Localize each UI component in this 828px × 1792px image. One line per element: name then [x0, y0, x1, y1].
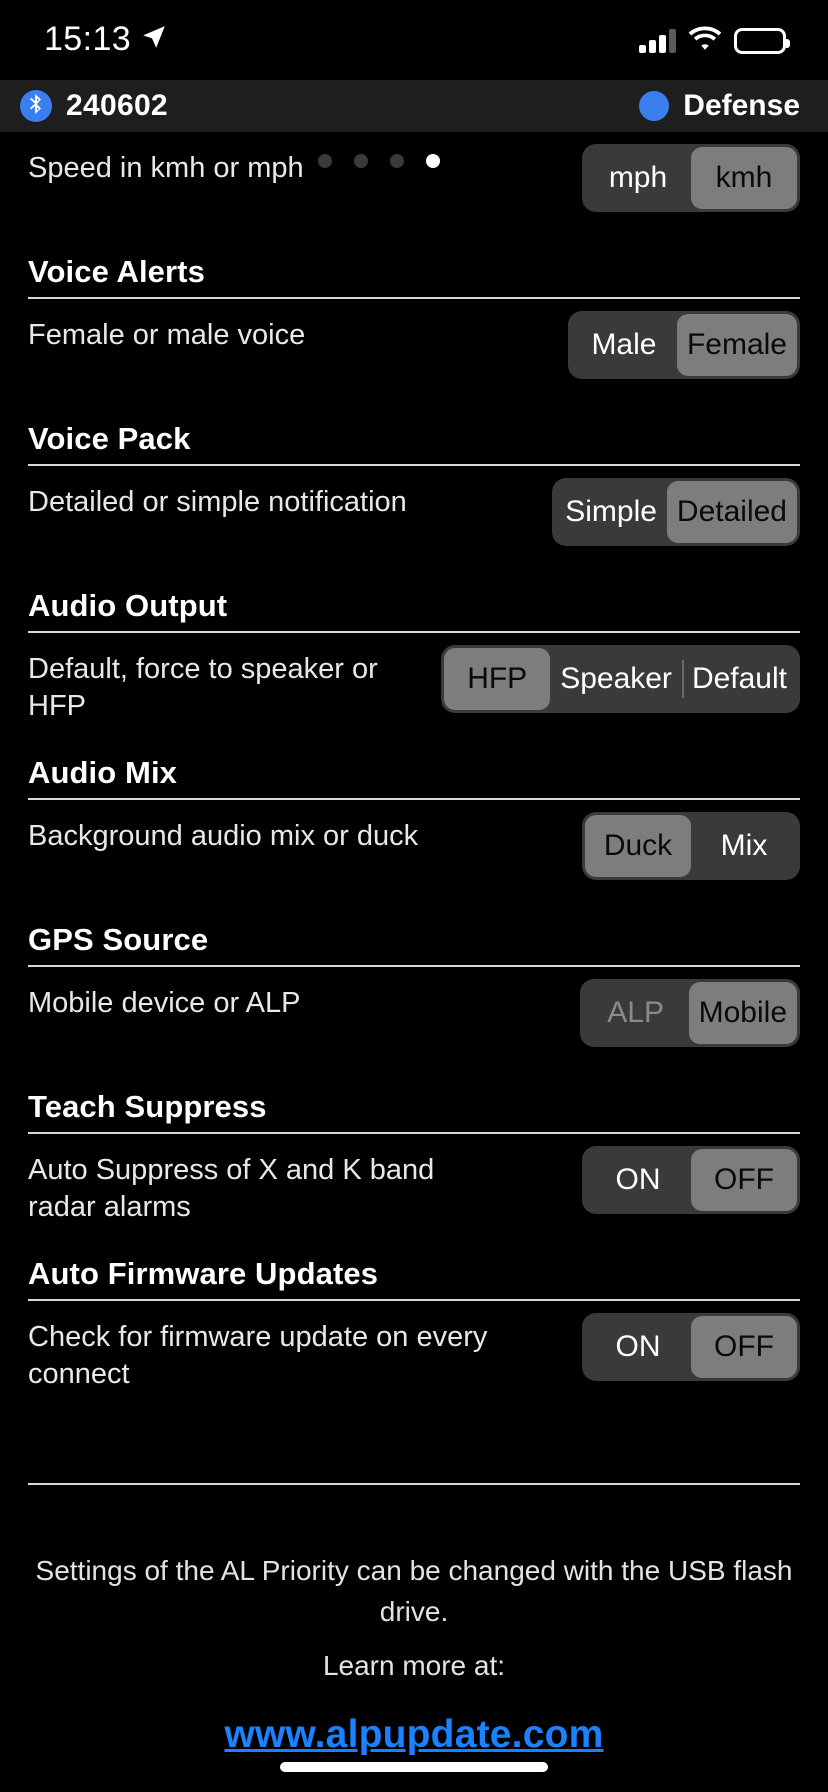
segmented-control-gps-source[interactable]: ALP Mobile [579, 979, 800, 1047]
segmented-control-auto-firmware[interactable]: ON OFF [582, 1313, 800, 1381]
segment-mix[interactable]: Mix [691, 815, 797, 877]
section-gps-source: GPS Source [28, 922, 800, 967]
wifi-icon [688, 26, 722, 56]
section-title: Voice Alerts [28, 254, 205, 289]
segment-male[interactable]: Male [571, 314, 677, 376]
status-bar-right [639, 26, 790, 56]
segment-female[interactable]: Female [676, 314, 797, 376]
page-dot-3[interactable] [390, 154, 404, 168]
segmented-control-teach-suppress[interactable]: ON OFF [582, 1146, 800, 1214]
setting-description: Auto Suppress of X and K band radar alar… [28, 1154, 435, 1224]
section-title: Voice Pack [28, 421, 191, 456]
settings-list: Speed in kmh or mph mph kmh Voice Alerts… [0, 132, 828, 1757]
section-title: GPS Source [28, 922, 209, 957]
section-voice-pack: Voice Pack [28, 421, 800, 466]
setting-description: Female or male voice [28, 319, 306, 351]
segment-mobile[interactable]: Mobile [688, 982, 797, 1044]
status-bar: 15:13 [0, 0, 828, 80]
segmented-control-notification-detail[interactable]: Simple Detailed [552, 478, 800, 546]
section-auto-firmware-updates: Auto Firmware Updates [28, 1256, 800, 1301]
segmented-control-audio-output[interactable]: HFP Speaker Default [441, 645, 800, 713]
segment-default[interactable]: Default [681, 648, 797, 710]
segment-on[interactable]: ON [585, 1149, 691, 1211]
device-info: 240602 [20, 89, 168, 123]
mode-label: Defense [683, 89, 800, 122]
setting-description: Speed in kmh or mph [28, 152, 304, 184]
home-indicator[interactable] [280, 1762, 548, 1772]
section-voice-alerts: Voice Alerts [28, 254, 800, 299]
section-title: Auto Firmware Updates [28, 1256, 379, 1291]
bluetooth-icon [20, 90, 52, 122]
section-title: Audio Output [28, 588, 228, 623]
page-dots[interactable] [318, 154, 440, 168]
setting-row-notification-detail: Detailed or simple notification Simple D… [28, 466, 800, 562]
segmented-control-audio-mix[interactable]: Duck Mix [582, 812, 800, 880]
segment-hfp[interactable]: HFP [444, 648, 551, 710]
page-dot-4-active[interactable] [426, 154, 440, 168]
segment-speaker[interactable]: Speaker [550, 648, 682, 710]
setting-row-audio-mix: Background audio mix or duck Duck Mix [28, 800, 800, 896]
section-audio-mix: Audio Mix [28, 755, 800, 800]
section-audio-output: Audio Output [28, 588, 800, 633]
cellular-signal-icon [639, 29, 676, 53]
setting-row-voice-gender: Female or male voice Male Female [28, 299, 800, 395]
segment-alp[interactable]: ALP [583, 982, 689, 1044]
footer-text-secondary: Learn more at: [322, 1650, 506, 1682]
page-dot-2[interactable] [354, 154, 368, 168]
app-header: 240602 Defense [0, 80, 828, 132]
footer-text-primary: Settings of the AL Priority can be chang… [35, 1555, 793, 1627]
setting-description: Detailed or simple notification [28, 486, 407, 518]
setting-description: Default, force to speaker or HFP [28, 653, 378, 723]
app-screen: 15:13 240602 Defense Speed in kmh or mph… [0, 0, 828, 1792]
section-teach-suppress: Teach Suppress [28, 1089, 800, 1134]
status-bar-clock: 15:13 [44, 20, 132, 58]
section-title: Audio Mix [28, 755, 177, 790]
setting-description: Mobile device or ALP [28, 987, 301, 1019]
segment-on[interactable]: ON [585, 1316, 691, 1378]
device-name-label: 240602 [66, 89, 168, 122]
setting-row-audio-output: Default, force to speaker or HFP HFP Spe… [28, 633, 800, 729]
segmented-control-speed-units[interactable]: mph kmh [582, 144, 800, 212]
page-dot-1[interactable] [318, 154, 332, 168]
setting-row-teach-suppress: Auto Suppress of X and K band radar alar… [28, 1134, 800, 1230]
mode-indicator[interactable]: Defense [639, 89, 800, 123]
segment-kmh[interactable]: kmh [691, 147, 797, 209]
segment-off[interactable]: OFF [691, 1316, 797, 1378]
alpupdate-website-link[interactable]: www.alpupdate.com [224, 1713, 603, 1757]
setting-row-speed-units: Speed in kmh or mph mph kmh [28, 132, 800, 228]
setting-row-gps-source: Mobile device or ALP ALP Mobile [28, 967, 800, 1063]
footer: Settings of the AL Priority can be chang… [28, 1485, 800, 1757]
setting-description: Background audio mix or duck [28, 820, 419, 852]
status-bar-left: 15:13 [44, 22, 167, 56]
segment-duck[interactable]: Duck [585, 815, 691, 877]
segment-mph[interactable]: mph [585, 147, 691, 209]
battery-full-icon [734, 28, 790, 54]
setting-description: Check for firmware update on every conne… [28, 1321, 488, 1391]
segment-simple[interactable]: Simple [555, 481, 667, 543]
mode-status-dot [639, 91, 670, 121]
setting-row-auto-firmware: Check for firmware update on every conne… [28, 1301, 800, 1397]
segment-detailed[interactable]: Detailed [666, 481, 797, 543]
segment-off[interactable]: OFF [691, 1149, 797, 1211]
section-title: Teach Suppress [28, 1089, 267, 1124]
segmented-control-voice-gender[interactable]: Male Female [567, 311, 800, 379]
location-arrow-icon [141, 24, 167, 55]
